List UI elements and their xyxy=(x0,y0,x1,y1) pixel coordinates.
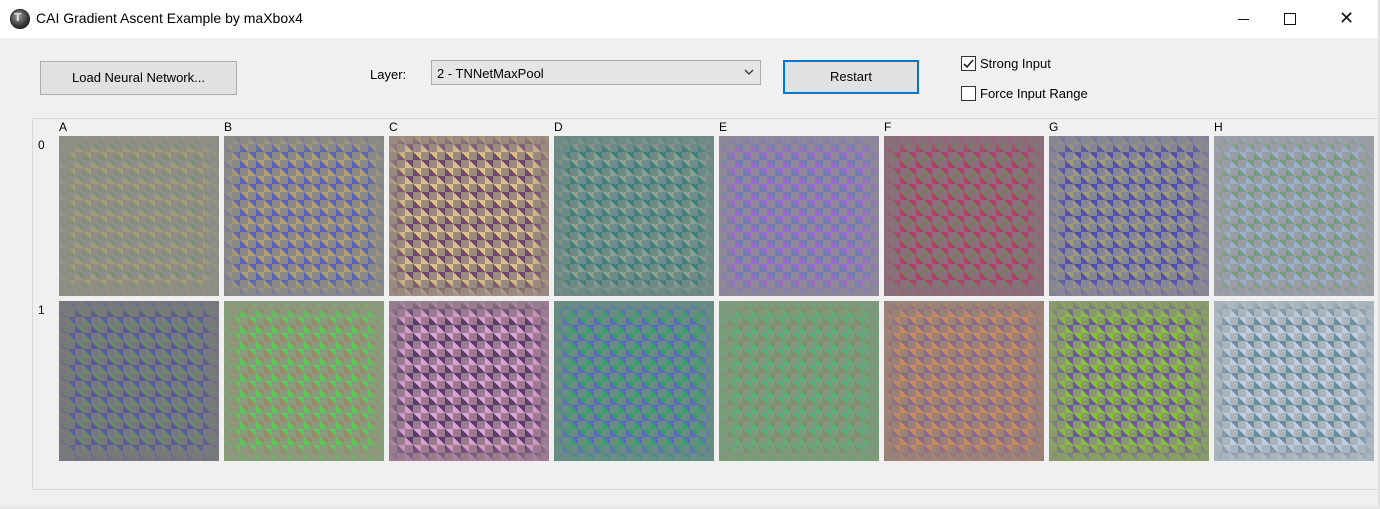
feature-image-cell xyxy=(719,136,879,296)
feature-image-cell xyxy=(389,136,549,296)
column-header: B xyxy=(224,120,233,134)
column-header: C xyxy=(389,120,398,134)
minimize-icon xyxy=(1238,19,1249,20)
window-title: CAI Gradient Ascent Example by maXbox4 xyxy=(36,10,303,26)
column-header: F xyxy=(884,120,892,134)
feature-image-cell xyxy=(719,301,879,461)
title-bar[interactable]: T CAI Gradient Ascent Example by maXbox4… xyxy=(0,0,1380,38)
load-neural-network-button[interactable]: Load Neural Network... xyxy=(40,61,237,95)
maximize-icon xyxy=(1284,13,1296,25)
feature-image-cell xyxy=(884,136,1044,296)
layer-dropdown-value: 2 - TNNetMaxPool xyxy=(437,66,544,81)
feature-image-cell xyxy=(1214,136,1374,296)
column-header: A xyxy=(59,120,68,134)
row-header: 1 xyxy=(38,303,45,317)
feature-image-cell xyxy=(59,136,219,296)
app-window: T CAI Gradient Ascent Example by maXbox4… xyxy=(0,0,1380,509)
feature-image-cell xyxy=(554,136,714,296)
restart-button[interactable]: Restart xyxy=(783,60,919,94)
layer-label: Layer: xyxy=(370,67,407,82)
feature-image-cell xyxy=(389,301,549,461)
close-button[interactable]: ✕ xyxy=(1321,0,1371,38)
maximize-button[interactable] xyxy=(1267,0,1313,38)
feature-image-cell xyxy=(224,136,384,296)
force-input-range-checkbox[interactable] xyxy=(961,86,976,101)
feature-image-cell xyxy=(59,301,219,461)
feature-image-cell xyxy=(224,301,384,461)
close-icon: ✕ xyxy=(1339,8,1355,29)
feature-image-cell xyxy=(1214,301,1374,461)
chevron-down-icon xyxy=(744,69,754,75)
column-header: E xyxy=(719,120,728,134)
feature-image-cell xyxy=(1049,136,1209,296)
column-header: H xyxy=(1214,120,1223,134)
minimize-button[interactable] xyxy=(1221,0,1267,38)
column-header: D xyxy=(554,120,563,134)
column-header: G xyxy=(1049,120,1059,134)
force-input-range-label[interactable]: Force Input Range xyxy=(980,86,1088,101)
layer-dropdown[interactable]: 2 - TNNetMaxPool xyxy=(431,60,761,85)
row-header: 0 xyxy=(38,138,45,152)
strong-input-label[interactable]: Strong Input xyxy=(980,56,1051,71)
checkmark-icon xyxy=(963,59,974,69)
strong-input-checkbox[interactable] xyxy=(961,56,976,71)
feature-image-cell xyxy=(554,301,714,461)
app-logo-icon: T xyxy=(10,9,30,29)
feature-image-cell xyxy=(884,301,1044,461)
feature-image-cell xyxy=(1049,301,1209,461)
